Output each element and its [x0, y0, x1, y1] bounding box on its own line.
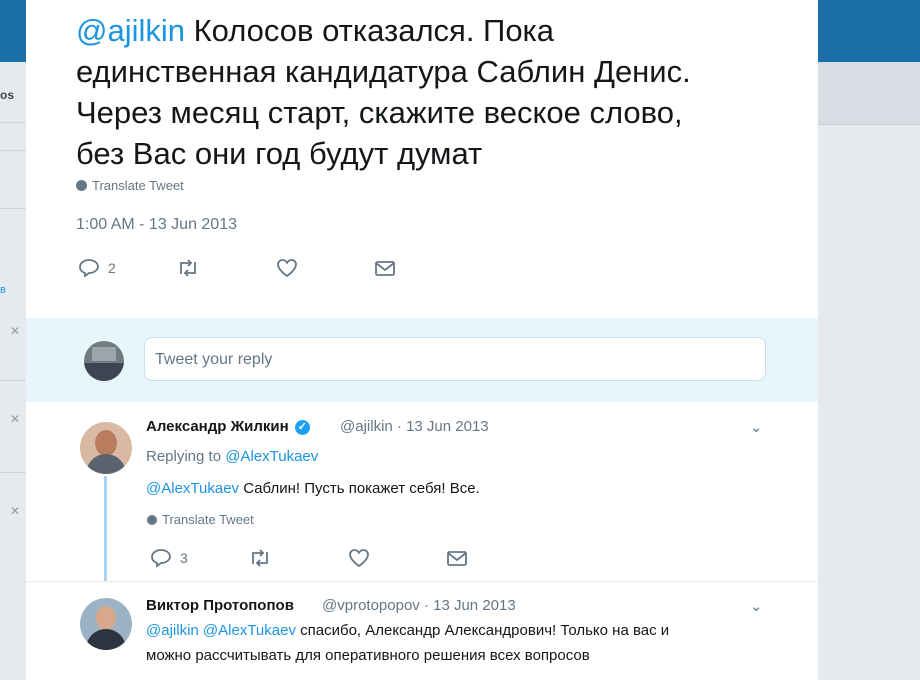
tweet-detail-modal: @ajilkin Колосов отказался. Пока единств… [26, 0, 818, 680]
globe-icon [147, 514, 157, 525]
background-label: os [0, 88, 15, 102]
tweet-text-line3: Через месяц старт, скажите веское слово, [76, 95, 683, 130]
close-icon: ✕ [10, 324, 21, 338]
current-user-avatar[interactable] [84, 341, 124, 381]
divider [0, 150, 26, 151]
replying-to-mention[interactable]: @AlexTukaev [225, 448, 318, 465]
globe-icon [76, 180, 87, 191]
reply-mention-link[interactable]: @AlexTukaev [203, 622, 296, 639]
reply-icon [79, 259, 99, 278]
direct-message-button[interactable] [374, 258, 396, 278]
background-header-stripe [818, 62, 920, 125]
translate-label: Translate Tweet [162, 512, 254, 527]
close-icon: ✕ [10, 504, 21, 518]
author-name[interactable]: Виктор Протопопов [146, 597, 294, 614]
replying-to-label: Replying to [146, 448, 222, 465]
reply-text-body: Саблин! Пусть покажет себя! Все. [243, 480, 480, 497]
translate-label: Translate Tweet [92, 178, 184, 193]
retweet-button[interactable] [248, 548, 272, 568]
chevron-down-icon[interactable]: ⌄ [750, 418, 763, 436]
divider [0, 122, 26, 123]
reply-count: 2 [108, 260, 116, 276]
like-button[interactable] [276, 258, 298, 278]
reply-text: @AlexTukaev Саблин! Пусть покажет себя! … [146, 480, 480, 497]
avatar-body [86, 629, 126, 650]
retweet-button[interactable] [176, 258, 200, 278]
background-right [818, 62, 920, 679]
retweet-icon [180, 259, 196, 277]
reply-mention-link[interactable]: @AlexTukaev [146, 480, 239, 497]
reply-mention-link[interactable]: @ajilkin [146, 622, 199, 639]
heart-icon [349, 549, 369, 568]
like-button[interactable] [348, 548, 370, 568]
reply-button[interactable]: 3 [150, 548, 188, 568]
close-icon: ✕ [10, 412, 21, 426]
divider [0, 472, 26, 473]
thread-connector-line [104, 476, 107, 594]
tweet-timestamp[interactable]: 1:00 AM - 13 Jun 2013 [76, 216, 237, 234]
tweet-text: @ajilkin Колосов отказался. Пока единств… [76, 10, 796, 174]
reply-input[interactable]: Tweet your reply [144, 337, 766, 381]
reply-text-line2: можно рассчитывать для оперативного реше… [146, 647, 590, 664]
avatar-face [95, 430, 117, 456]
author-name[interactable]: Александр Жилкин ✓ [146, 418, 310, 435]
reply-text-line1: @ajilkin @AlexTukaev спасибо, Александр … [146, 622, 669, 639]
divider [0, 380, 26, 381]
tweet-text-line4: без Вас они год будут думат [76, 136, 483, 171]
avatar-detail [84, 363, 124, 381]
avatar[interactable] [80, 422, 132, 474]
replying-to-line: Replying to @AlexTukaev [146, 448, 318, 465]
author-name-text: Александр Жилкин [146, 418, 289, 435]
envelope-icon [375, 261, 395, 276]
heart-icon [277, 259, 297, 278]
verified-badge-icon: ✓ [294, 419, 310, 435]
reply-count: 3 [180, 550, 188, 566]
avatar-face [96, 606, 116, 630]
background-label: в [0, 284, 6, 296]
envelope-icon [447, 551, 467, 566]
translate-tweet-link[interactable]: Translate Tweet [147, 512, 254, 527]
avatar-detail [92, 347, 116, 361]
author-handle-date[interactable]: @vprotopopov · 13 Jun 2013 [322, 597, 516, 614]
background-timeline-left: os в ✕ ✕ ✕ [0, 62, 26, 679]
retweet-icon [252, 549, 268, 567]
tweet-text-line1: Колосов отказался. Пока [193, 13, 555, 48]
translate-tweet-link[interactable]: Translate Tweet [76, 178, 184, 193]
avatar[interactable] [80, 598, 132, 650]
reply-text-body: спасибо, Александр Александрович! Только… [300, 622, 670, 639]
reply-icon [151, 549, 171, 568]
chevron-down-icon[interactable]: ⌄ [750, 597, 763, 615]
tweet-mention-link[interactable]: @ajilkin [76, 13, 185, 48]
author-handle-date[interactable]: @ajilkin · 13 Jun 2013 [340, 418, 489, 435]
tweet-text-line2: единственная кандидатура Саблин Денис. [76, 54, 691, 89]
divider [0, 208, 26, 209]
reply-button[interactable]: 2 [78, 258, 116, 278]
direct-message-button[interactable] [446, 548, 468, 568]
avatar-body [86, 454, 126, 474]
